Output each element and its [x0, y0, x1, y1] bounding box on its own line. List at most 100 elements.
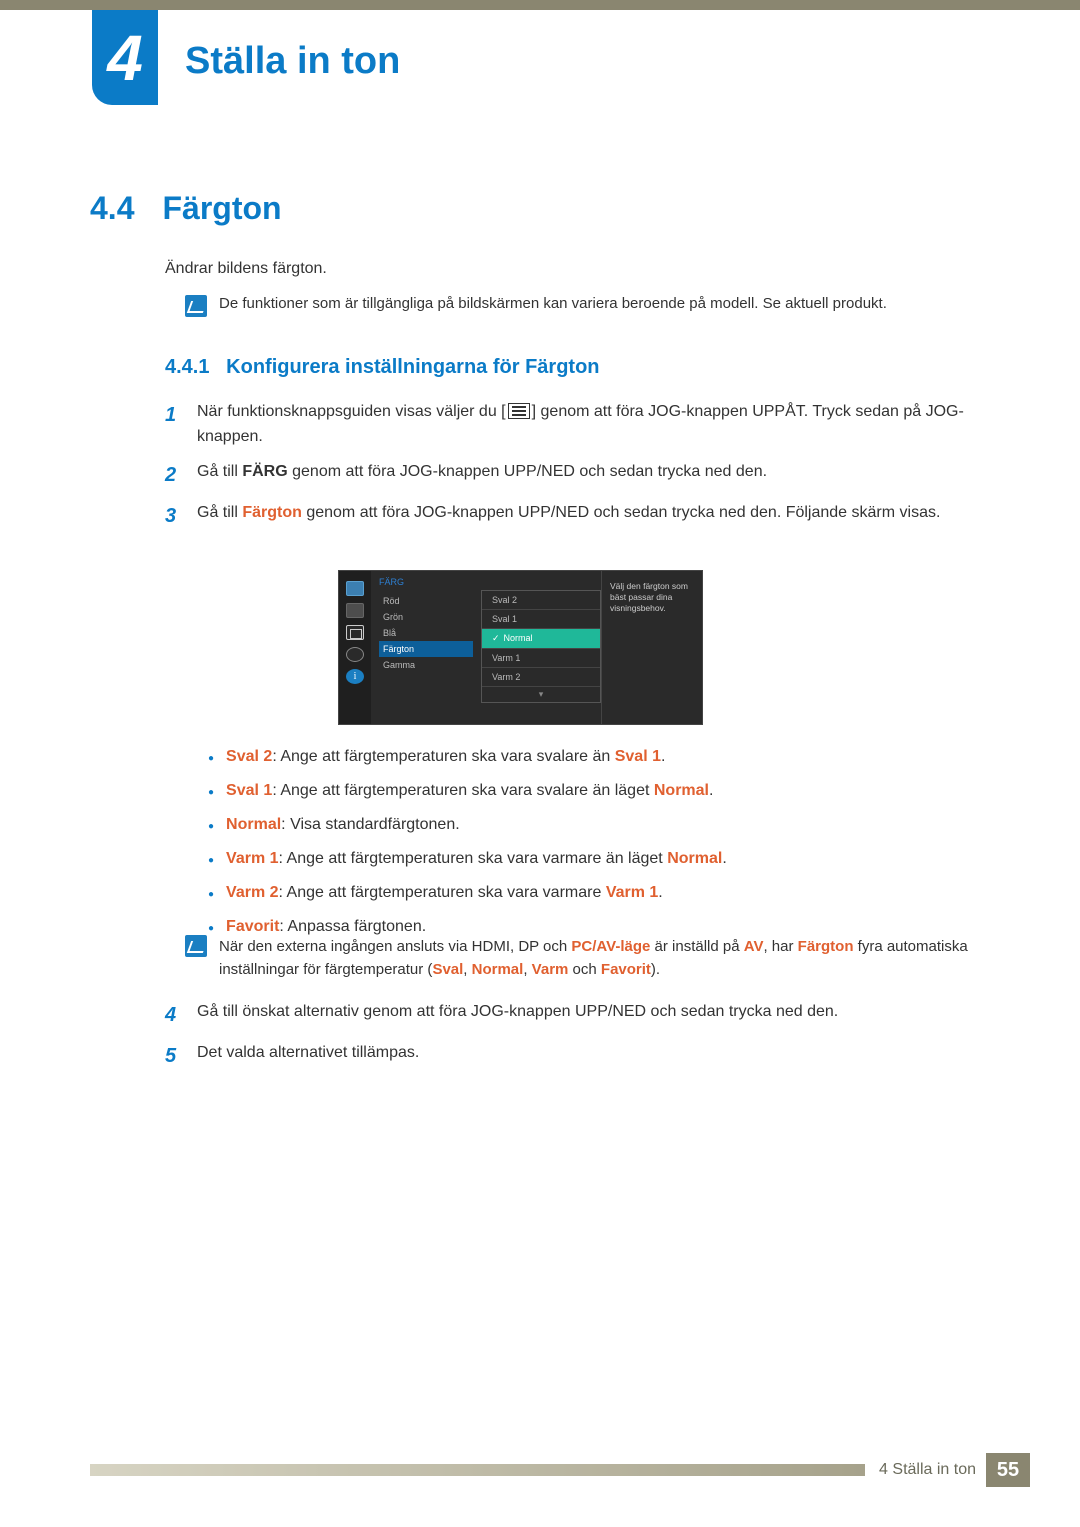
- section-heading: 4.4 Färgton: [90, 190, 282, 227]
- note-keyword: PC/AV-läge: [571, 938, 650, 955]
- page-footer: 4 Ställa in ton 55: [90, 1453, 1030, 1487]
- bullet-text: : Ange att färgtemperaturen ska vara var…: [279, 850, 668, 867]
- step-5: 5 Det valda alternativet tillämpas.: [165, 1041, 975, 1072]
- step-text: Gå till: [197, 463, 242, 480]
- step-2: 2 Gå till FÄRG genom att föra JOG-knappe…: [165, 460, 975, 491]
- note-segment: ,: [463, 961, 471, 978]
- note-keyword: Färgton: [798, 938, 854, 955]
- bullet-key: Normal: [667, 850, 722, 867]
- note-segment: När den externa ingången ansluts via HDM…: [219, 938, 571, 955]
- osd-tab-picture-icon: [346, 581, 364, 596]
- bullet-key: Sval 1: [226, 782, 272, 799]
- osd-tab-screen-icon: [346, 603, 364, 618]
- note-segment: och: [568, 961, 601, 978]
- bullet-key: Normal: [226, 816, 281, 833]
- note-text-2: När den externa ingången ansluts via HDM…: [219, 935, 979, 982]
- bullet-key: Favorit: [226, 918, 279, 935]
- bullet-text: .: [658, 884, 662, 901]
- step-body: När funktionsknappsguiden visas väljer d…: [197, 400, 975, 450]
- osd-menu-item: Röd: [379, 593, 473, 609]
- step-text: Gå till: [197, 504, 242, 521]
- top-accent-bar: [0, 0, 1080, 10]
- bullet-dot-icon: ●: [208, 887, 214, 905]
- step-keyword: Färgton: [242, 504, 302, 521]
- step-number: 3: [165, 501, 183, 532]
- note-block-1: De funktioner som är tillgängliga på bil…: [185, 295, 979, 317]
- note-keyword: Sval: [432, 961, 463, 978]
- note-icon: [185, 295, 207, 317]
- step-number: 1: [165, 400, 183, 450]
- note-segment: ).: [651, 961, 660, 978]
- bullet-key: Normal: [654, 782, 709, 799]
- note-keyword: Favorit: [601, 961, 651, 978]
- section-number: 4.4: [90, 190, 134, 227]
- step-3: 3 Gå till Färgton genom att föra JOG-kna…: [165, 501, 975, 532]
- step-number: 2: [165, 460, 183, 491]
- osd-sub-item: Varm 2: [482, 668, 600, 687]
- bullet-text: .: [709, 782, 713, 799]
- note-keyword: AV: [744, 938, 764, 955]
- subsection-heading: 4.4.1 Konfigurera inställningarna för Fä…: [165, 356, 600, 379]
- subsection-title: Konfigurera inställningarna för Färgton: [226, 356, 599, 378]
- footer-chapter-label: 4 Ställa in ton: [879, 1461, 976, 1479]
- osd-help-text: Välj den färgton som bäst passar dina vi…: [601, 571, 702, 724]
- step-number: 5: [165, 1041, 183, 1072]
- menu-icon: [508, 403, 530, 419]
- subsection-number: 4.4.1: [165, 356, 209, 378]
- osd-sub-item-selected: Normal: [482, 629, 600, 649]
- option-bullets: ● Sval 2: Ange att färgtemperaturen ska …: [208, 745, 968, 949]
- bullet-dot-icon: ●: [208, 819, 214, 837]
- steps-list-continued: 4 Gå till önskat alternativ genom att fö…: [165, 1000, 975, 1082]
- step-body: Gå till FÄRG genom att föra JOG-knappen …: [197, 460, 975, 491]
- bullet-item: ● Normal: Visa standardfärgtonen.: [208, 813, 968, 837]
- chapter-title: Ställa in ton: [185, 40, 400, 83]
- intro-text: Ändrar bildens färgton.: [165, 260, 327, 278]
- bullet-dot-icon: ●: [208, 751, 214, 769]
- note-segment: är inställd på: [650, 938, 743, 955]
- osd-sub-item: Sval 1: [482, 610, 600, 629]
- note-segment: ,: [523, 961, 531, 978]
- bullet-text: : Ange att färgtemperaturen ska vara var…: [279, 884, 606, 901]
- note-keyword: Varm: [532, 961, 569, 978]
- bullet-item: ● Varm 2: Ange att färgtemperaturen ska …: [208, 881, 968, 905]
- bullet-item: ● Sval 2: Ange att färgtemperaturen ska …: [208, 745, 968, 769]
- step-number: 4: [165, 1000, 183, 1031]
- note-keyword: Normal: [472, 961, 524, 978]
- osd-sub-item: Sval 2: [482, 591, 600, 610]
- step-body: Det valda alternativet tillämpas.: [197, 1041, 975, 1072]
- step-1: 1 När funktionsknappsguiden visas väljer…: [165, 400, 975, 450]
- osd-menu-title: FÄRG: [379, 577, 473, 587]
- note-text-1: De funktioner som är tillgängliga på bil…: [219, 295, 979, 312]
- bullet-key: Varm 2: [226, 884, 278, 901]
- bullet-item: ● Varm 1: Ange att färgtemperaturen ska …: [208, 847, 968, 871]
- osd-menu-item: Gamma: [379, 657, 473, 673]
- osd-menu-item: Blå: [379, 625, 473, 641]
- osd-submenu: Sval 2 Sval 1 Normal Varm 1 Varm 2 ▾: [481, 571, 601, 724]
- bullet-dot-icon: ●: [208, 853, 214, 871]
- osd-tab-color-icon: [346, 625, 364, 640]
- osd-scroll-down-icon: ▾: [482, 687, 600, 702]
- osd-tab-strip: i: [339, 571, 371, 724]
- bullet-text: : Ange att färgtemperaturen ska vara sva…: [272, 782, 654, 799]
- osd-menu-item: Grön: [379, 609, 473, 625]
- section-title: Färgton: [162, 190, 281, 227]
- step-body: Gå till Färgton genom att föra JOG-knapp…: [197, 501, 975, 532]
- bullet-key: Varm 1: [226, 850, 278, 867]
- bullet-text: : Anpassa färgtonen.: [279, 918, 426, 935]
- bullet-text: : Visa standardfärgtonen.: [281, 816, 460, 833]
- note-icon: [185, 935, 207, 957]
- bullet-key: Sval 1: [615, 748, 661, 765]
- footer-accent-bar: [90, 1464, 865, 1476]
- osd-sub-item: Varm 1: [482, 649, 600, 668]
- bullet-text: : Ange att färgtemperaturen ska vara sva…: [272, 748, 614, 765]
- note-block-2: När den externa ingången ansluts via HDM…: [185, 935, 985, 982]
- note-segment: , har: [763, 938, 797, 955]
- bullet-text: .: [722, 850, 726, 867]
- chapter-number-badge: 4: [92, 10, 158, 105]
- osd-tab-info-icon: i: [346, 669, 364, 684]
- step-4: 4 Gå till önskat alternativ genom att fö…: [165, 1000, 975, 1031]
- step-text: genom att föra JOG-knappen UPP/NED och s…: [302, 504, 941, 521]
- bullet-text: .: [661, 748, 665, 765]
- step-text: genom att föra JOG-knappen UPP/NED och s…: [288, 463, 767, 480]
- step-text: När funktionsknappsguiden visas väljer d…: [197, 403, 506, 420]
